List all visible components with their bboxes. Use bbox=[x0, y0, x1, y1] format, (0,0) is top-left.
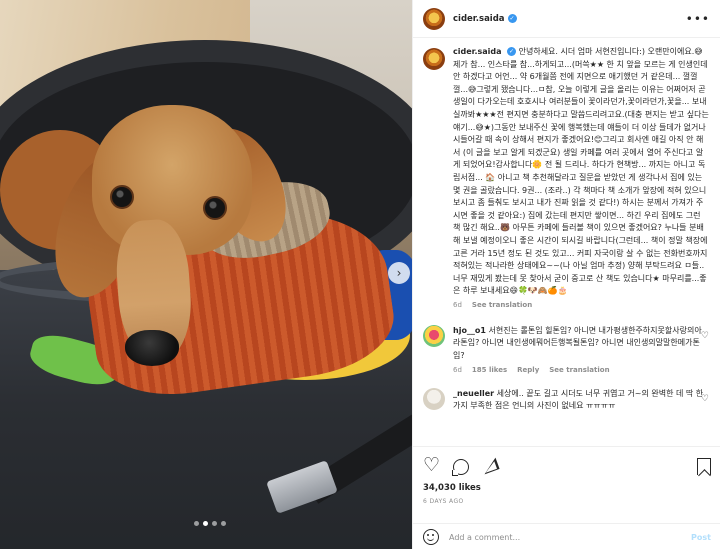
carousel-dot bbox=[212, 521, 217, 526]
carousel-dot bbox=[203, 521, 208, 526]
author-username[interactable]: cider.saida bbox=[453, 14, 505, 24]
carousel-dot bbox=[221, 521, 226, 526]
avatar[interactable] bbox=[423, 387, 445, 410]
post-actions: 34,030 likes 6 DAYS AGO Post bbox=[413, 446, 720, 549]
avatar[interactable] bbox=[423, 324, 445, 347]
like-heart-icon[interactable] bbox=[423, 456, 441, 475]
comment-body: 서현진는 롤톤임 힐톤임? 아니면 내가평생한주하지못할사랑의아라톤임? 아니면… bbox=[453, 325, 702, 361]
comment-likes[interactable]: 185 likes bbox=[472, 366, 507, 374]
like-comment-heart-icon[interactable]: ♡ bbox=[701, 331, 709, 341]
comments-list[interactable]: cider.saida ✓ 안녕하세요. 시더 엄마 서현진입니다:) 오랜만이… bbox=[413, 38, 720, 446]
chevron-right-icon: › bbox=[396, 266, 402, 280]
carousel-indicator bbox=[194, 521, 226, 526]
see-translation-link[interactable]: See translation bbox=[472, 301, 532, 309]
avatar[interactable] bbox=[423, 48, 445, 70]
dog-eye-left bbox=[110, 185, 134, 209]
save-bookmark-icon[interactable] bbox=[697, 457, 711, 475]
comment-item: _neueller 세상에.. 끝도 길고 시더도 너무 귀엽고 거~의 완벽한… bbox=[423, 387, 711, 413]
comment-username[interactable]: _neueller bbox=[453, 389, 494, 398]
comment-item: hjo__o1 서현진는 롤톤임 힐톤임? 아니면 내가평생한주하지못할사랑의아… bbox=[423, 324, 711, 374]
add-comment-bar: Post bbox=[413, 523, 720, 549]
caption-age: 6d bbox=[453, 300, 462, 309]
add-comment-input[interactable] bbox=[449, 532, 649, 542]
verified-badge-icon: ✓ bbox=[507, 47, 517, 56]
next-photo-button[interactable]: › bbox=[388, 262, 410, 284]
avatar[interactable] bbox=[423, 7, 445, 30]
post-timestamp: 6 DAYS AGO bbox=[423, 498, 464, 505]
post-side-panel: cider.saida ✓ ••• cider.saida ✓ 안녕하세요. 시… bbox=[412, 0, 720, 549]
caption-meta: 6d See translation bbox=[453, 301, 709, 309]
action-bar bbox=[413, 447, 720, 476]
caption-username[interactable]: cider.saida bbox=[453, 47, 502, 56]
comment-meta: 6d 185 likes Reply See translation bbox=[453, 366, 709, 374]
caption-body: 안녕하세요. 시더 엄마 서현진입니다:) 오랜만이에요.😅제가 참... 인스… bbox=[453, 47, 709, 296]
verified-badge-icon: ✓ bbox=[507, 14, 517, 23]
comment-age: 6d bbox=[453, 365, 462, 374]
carousel-dot bbox=[194, 521, 199, 526]
like-comment-heart-icon[interactable]: ♡ bbox=[701, 394, 709, 404]
reply-button[interactable]: Reply bbox=[517, 366, 539, 374]
emoji-smiley-icon[interactable] bbox=[423, 529, 439, 545]
more-options-icon[interactable]: ••• bbox=[686, 12, 710, 26]
comment-bubble-icon[interactable] bbox=[452, 458, 469, 476]
caption: cider.saida ✓ 안녕하세요. 시더 엄마 서현진입니다:) 오랜만이… bbox=[423, 46, 711, 309]
comment-username[interactable]: hjo__o1 bbox=[453, 326, 486, 335]
post-comment-button[interactable]: Post bbox=[691, 533, 711, 542]
comment-text: _neueller 세상에.. 끝도 길고 시더도 너무 귀엽고 거~의 완벽한… bbox=[453, 388, 709, 413]
post-header: cider.saida ✓ ••• bbox=[413, 0, 720, 38]
likes-count[interactable]: 34,030 likes bbox=[413, 475, 720, 493]
see-translation-link[interactable]: See translation bbox=[549, 366, 609, 374]
dog-nose bbox=[125, 330, 179, 366]
comment-text: hjo__o1 서현진는 롤톤임 힐톤임? 아니면 내가평생한주하지못할사랑의아… bbox=[453, 325, 709, 363]
post-photo[interactable]: › bbox=[0, 0, 412, 549]
caption-text: cider.saida ✓ 안녕하세요. 시더 엄마 서현진입니다:) 오랜만이… bbox=[453, 46, 709, 298]
dog-eye-right bbox=[203, 196, 227, 220]
share-paper-plane-icon[interactable] bbox=[481, 457, 499, 475]
